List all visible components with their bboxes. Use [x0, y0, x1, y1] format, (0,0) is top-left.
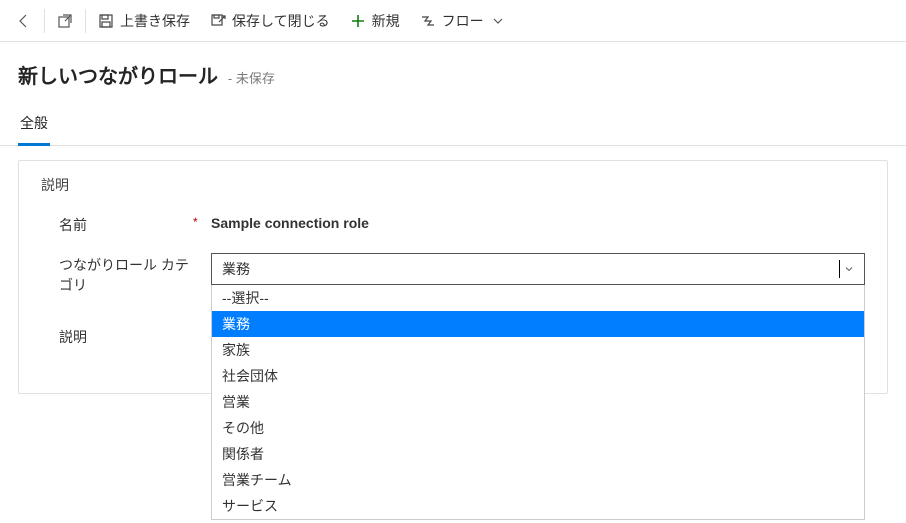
chevron-down-icon — [490, 13, 506, 29]
category-select-caret[interactable] — [836, 255, 856, 283]
category-dropdown: --選択--業務家族社会団体営業その他関係者営業チームサービス — [211, 285, 865, 520]
save-close-label: 保存して閉じる — [232, 11, 330, 31]
category-option[interactable]: その他 — [212, 415, 864, 441]
flow-menu-button[interactable]: フロー — [410, 0, 516, 41]
category-option[interactable]: 関係者 — [212, 441, 864, 467]
name-field[interactable]: Sample connection role — [211, 213, 865, 231]
save-icon — [98, 13, 114, 29]
field-row-category: つながりロール カテゴリ 業務 --選択--業務家族社会団体営業その他関係者営業… — [41, 253, 865, 295]
save-label: 上書き保存 — [120, 11, 190, 31]
category-option[interactable]: 家族 — [212, 337, 864, 363]
description-label: 説明 — [41, 325, 193, 347]
page-header: 新しいつながりロール - 未保存 — [0, 42, 906, 89]
flow-label: フロー — [442, 11, 484, 31]
category-select-input[interactable]: 業務 — [211, 253, 865, 285]
category-option[interactable]: 営業 — [212, 389, 864, 415]
field-row-name: 名前 * Sample connection role — [41, 213, 865, 235]
page-subtitle: - 未保存 — [228, 71, 275, 86]
category-option[interactable]: --選択-- — [212, 285, 864, 311]
name-label: 名前 — [41, 213, 193, 235]
save-button[interactable]: 上書き保存 — [88, 0, 200, 41]
new-button[interactable]: 新規 — [340, 0, 410, 41]
section-title: 説明 — [41, 175, 865, 195]
back-button[interactable] — [6, 0, 42, 41]
popout-icon — [57, 13, 73, 29]
plus-icon — [350, 13, 366, 29]
new-label: 新規 — [372, 11, 400, 31]
caret-cursor — [839, 260, 840, 278]
category-select: 業務 --選択--業務家族社会団体営業その他関係者営業チームサービス — [211, 253, 865, 285]
section-card: 説明 名前 * Sample connection role つながりロール カ… — [18, 160, 888, 394]
category-option[interactable]: 業務 — [212, 311, 864, 337]
command-bar: 上書き保存 保存して閉じる 新規 フロー — [0, 0, 906, 42]
required-spacer — [193, 253, 211, 255]
category-select-value: 業務 — [222, 259, 250, 279]
required-marker: * — [193, 213, 211, 229]
separator — [44, 9, 45, 33]
separator — [85, 9, 86, 33]
category-label: つながりロール カテゴリ — [41, 253, 193, 295]
page-title: 新しいつながりロール — [18, 66, 218, 88]
tab-general[interactable]: 全般 — [18, 105, 50, 146]
name-value: Sample connection role — [211, 213, 865, 231]
category-option[interactable]: 営業チーム — [212, 467, 864, 493]
tab-list: 全般 — [0, 105, 906, 146]
save-close-button[interactable]: 保存して閉じる — [200, 0, 340, 41]
required-spacer — [193, 325, 211, 327]
category-option[interactable]: サービス — [212, 493, 864, 519]
save-close-icon — [210, 13, 226, 29]
back-arrow-icon — [16, 13, 32, 29]
flow-icon — [420, 13, 436, 29]
popout-button[interactable] — [47, 0, 83, 41]
chevron-down-icon — [843, 263, 855, 275]
category-field: 業務 --選択--業務家族社会団体営業その他関係者営業チームサービス — [211, 253, 865, 285]
category-option[interactable]: 社会団体 — [212, 363, 864, 389]
